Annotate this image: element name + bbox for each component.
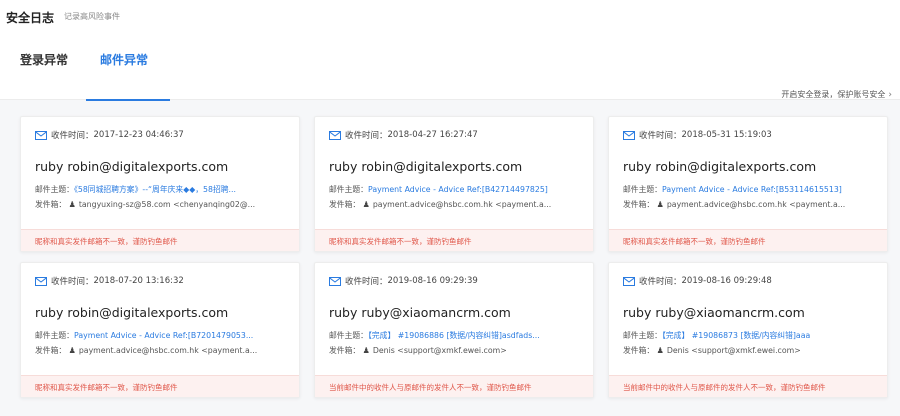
mail-anomaly-card[interactable]: 收件时间： 2017-12-23 04:46:37 ruby robin@dig… [20,116,300,252]
mail-anomaly-card[interactable]: 收件时间： 2019-08-16 09:29:39 ruby ruby@xiao… [314,262,594,398]
phishing-warning: 昵称和真实发件邮箱不一致，谨防钓鱼邮件 [21,229,299,251]
phishing-warning: 昵称和真实发件邮箱不一致，谨防钓鱼邮件 [609,229,887,251]
subject-row: 邮件主题：《58同城招聘方案》--“周年庆来◆◆，58招聘... [35,184,290,195]
receive-time-value: 2018-07-20 13:16:32 [93,276,184,286]
enable-secure-login-link[interactable]: 开启安全登录，保护账号安全 › [781,89,892,100]
from-address: tangyuxing-sz@58.com <chenyanqing02@... [78,200,256,209]
subject-row: 邮件主题：Payment Advice - Advice Ref:[B42714… [329,184,584,195]
mail-icon [329,276,341,286]
person-icon: ♟ [68,200,76,209]
sender-address: ruby robin@digitalexports.com [329,159,523,174]
sender-address: ruby ruby@xiaomancrm.com [623,305,805,320]
subject-label: 邮件主题： [329,185,368,194]
from-address: payment.advice@hsbc.com.hk <payment.a... [372,200,552,209]
tab-mail-anomaly[interactable]: 邮件异常 [100,51,148,78]
receive-time-value: 2019-08-16 09:29:39 [387,276,478,286]
receive-time-label: 收件时间： [51,277,94,287]
receive-time-label: 收件时间： [51,131,94,141]
subject-link[interactable]: Payment Advice - Advice Ref:[B4271449782… [368,185,548,194]
mail-anomaly-card[interactable]: 收件时间： 2018-05-31 15:19:03 ruby robin@dig… [608,116,888,252]
subject-row: 邮件主题：Payment Advice - Advice Ref:[B53114… [623,184,878,195]
receive-time-label: 收件时间： [345,131,388,141]
subject-label: 邮件主题： [623,185,662,194]
phishing-warning: 当前邮件中的收件人与原邮件的发件人不一致，谨防钓鱼邮件 [609,375,887,397]
subject-row: 邮件主题：【完成】 #19086873 [数据/内容纠错]aaa [623,330,878,341]
phishing-warning: 当前邮件中的收件人与原邮件的发件人不一致，谨防钓鱼邮件 [315,375,593,397]
person-icon: ♟ [362,200,370,209]
receive-time-row: 收件时间： 2019-08-16 09:29:48 [623,275,772,287]
mail-anomaly-card[interactable]: 收件时间： 2018-04-27 16:27:47 ruby robin@dig… [314,116,594,252]
subject-label: 邮件主题： [329,331,368,340]
from-row: 发件箱： ♟ Denis <support@xmkf.ewei.com> [329,345,584,356]
person-icon: ♟ [362,346,370,355]
from-label: 发件箱： [329,200,361,209]
from-address: Denis <support@xmkf.ewei.com> [372,346,507,355]
from-label: 发件箱： [623,200,655,209]
mail-icon [35,276,47,286]
subject-label: 邮件主题： [35,185,74,194]
from-row: 发件箱： ♟ tangyuxing-sz@58.com <chenyanqing0… [35,199,290,210]
subject-link[interactable]: Payment Advice - Advice Ref:[B7201479053… [74,331,253,340]
from-address: payment.advice@hsbc.com.hk <payment.a... [78,346,258,355]
chevron-right-icon: › [888,90,892,100]
subject-row: 邮件主题：【完成】 #19086886 [数据/内容纠错]asdfads... [329,330,584,341]
active-tab-indicator [86,99,170,101]
sender-address: ruby robin@digitalexports.com [35,305,229,320]
from-label: 发件箱： [329,346,361,355]
sender-address: ruby robin@digitalexports.com [623,159,817,174]
from-label: 发件箱： [35,346,67,355]
enable-secure-login-label: 开启安全登录，保护账号安全 [781,90,886,99]
tabs-bar: 登录异常 邮件异常 开启安全登录，保护账号安全 › [0,36,900,100]
subject-label: 邮件主题： [35,331,74,340]
phishing-warning: 昵称和真实发件邮箱不一致，谨防钓鱼邮件 [21,375,299,397]
from-row: 发件箱： ♟ payment.advice@hsbc.com.hk <paymen… [35,345,290,356]
receive-time-row: 收件时间： 2018-04-27 16:27:47 [329,129,478,141]
receive-time-row: 收件时间： 2018-07-20 13:16:32 [35,275,184,287]
from-address: payment.advice@hsbc.com.hk <payment.a... [666,200,846,209]
mail-anomaly-card[interactable]: 收件时间： 2019-08-16 09:29:48 ruby ruby@xiao… [608,262,888,398]
subject-link[interactable]: 《58同城招聘方案》--“周年庆来◆◆，58招聘... [74,185,236,194]
person-icon: ♟ [68,346,76,355]
from-row: 发件箱： ♟ payment.advice@hsbc.com.hk <paymen… [623,199,878,210]
receive-time-label: 收件时间： [639,277,682,287]
page-header: 安全日志 记录高风险事件 [0,0,900,36]
phishing-warning: 昵称和真实发件邮箱不一致，谨防钓鱼邮件 [315,229,593,251]
subject-row: 邮件主题：Payment Advice - Advice Ref:[B72014… [35,330,290,341]
tab-login-anomaly[interactable]: 登录异常 [20,51,68,78]
page-subtitle: 记录高风险事件 [64,12,120,21]
mail-icon [623,276,635,286]
from-label: 发件箱： [623,346,655,355]
from-address: Denis <support@xmkf.ewei.com> [666,346,801,355]
mail-icon [329,130,341,140]
receive-time-row: 收件时间： 2017-12-23 04:46:37 [35,129,184,141]
from-row: 发件箱： ♟ payment.advice@hsbc.com.hk <paymen… [329,199,584,210]
from-label: 发件箱： [35,200,67,209]
subject-link[interactable]: 【完成】 #19086886 [数据/内容纠错]asdfads... [368,331,540,340]
mail-anomaly-card[interactable]: 收件时间： 2018-07-20 13:16:32 ruby robin@dig… [20,262,300,398]
receive-time-label: 收件时间： [345,277,388,287]
person-icon: ♟ [656,200,664,209]
receive-time-value: 2019-08-16 09:29:48 [681,276,772,286]
receive-time-row: 收件时间： 2019-08-16 09:29:39 [329,275,478,287]
subject-link[interactable]: Payment Advice - Advice Ref:[B5311461551… [662,185,842,194]
person-icon: ♟ [656,346,664,355]
receive-time-value: 2017-12-23 04:46:37 [93,130,184,140]
sender-address: ruby robin@digitalexports.com [35,159,229,174]
page-title: 安全日志 [6,11,55,25]
subject-label: 邮件主题： [623,331,662,340]
from-row: 发件箱： ♟ Denis <support@xmkf.ewei.com> [623,345,878,356]
receive-time-label: 收件时间： [639,131,682,141]
sender-address: ruby ruby@xiaomancrm.com [329,305,511,320]
mail-icon [35,130,47,140]
subject-link[interactable]: 【完成】 #19086873 [数据/内容纠错]aaa [662,331,810,340]
mail-icon [623,130,635,140]
receive-time-value: 2018-05-31 15:19:03 [681,130,772,140]
receive-time-row: 收件时间： 2018-05-31 15:19:03 [623,129,772,141]
receive-time-value: 2018-04-27 16:27:47 [387,130,478,140]
